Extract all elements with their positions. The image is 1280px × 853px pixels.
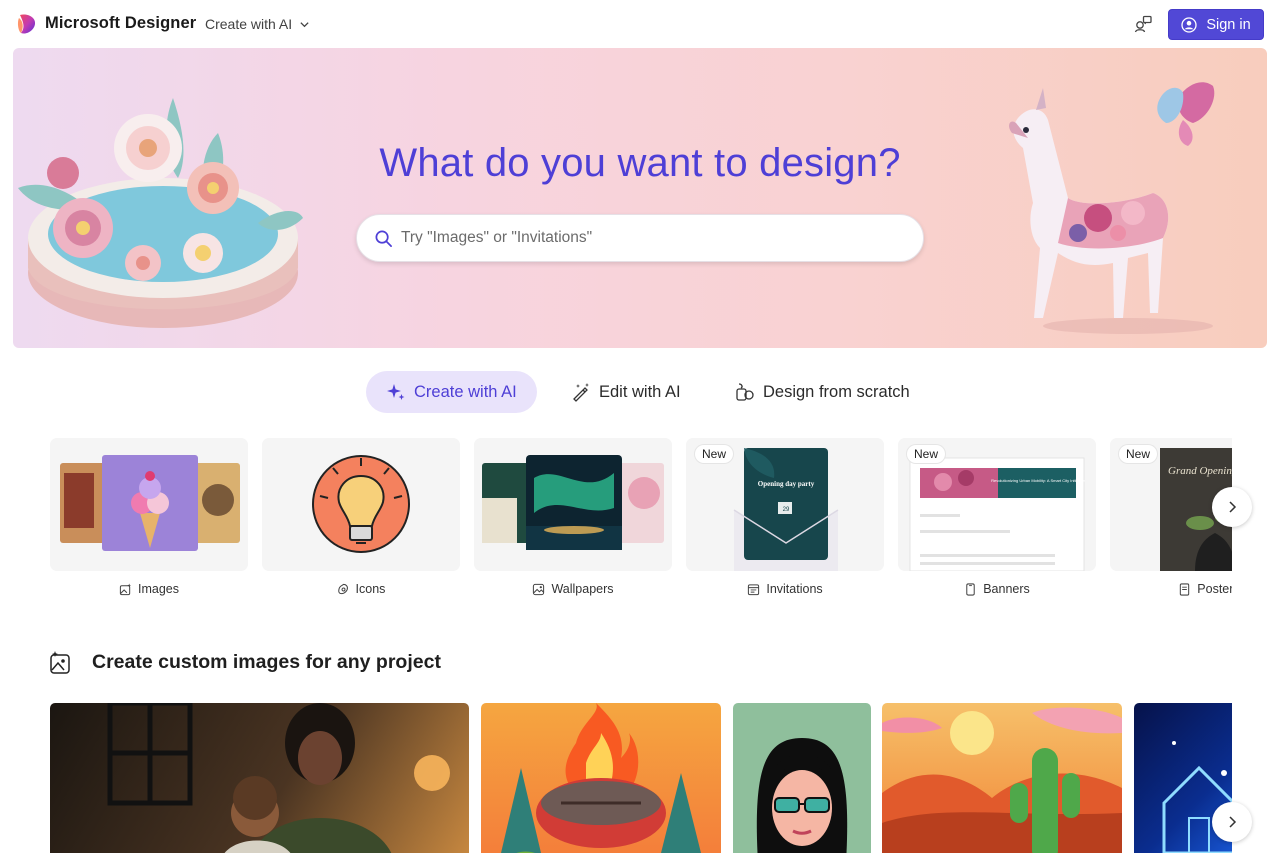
category-next-button[interactable] [1212, 487, 1252, 527]
new-badge: New [1119, 445, 1158, 463]
category-thumbnail: 29 Opening day party New [686, 438, 884, 571]
microsoft-designer-logo[interactable] [17, 13, 37, 35]
category-label: Posters [1110, 582, 1232, 596]
category-carousel: Images Icons Wallpapers 29 Opening day p… [0, 438, 1280, 608]
desert-cactus-artwork [882, 707, 1122, 853]
gallery-image-cactus[interactable] [882, 703, 1122, 853]
category-thumbnail: Revolutionizing Urban Mobility: A Smart … [898, 438, 1096, 571]
category-label-text: Posters [1197, 582, 1232, 596]
image-sparkle-icon [50, 651, 70, 674]
category-label: Icons [262, 582, 460, 596]
user-circle-icon [1181, 16, 1197, 33]
image-sparkle-icon [119, 582, 132, 595]
shapes-icon [736, 383, 754, 401]
invitation-title: Opening day party [758, 480, 815, 488]
new-badge: New [907, 445, 946, 463]
banner-title: Revolutionizing Urban Mobility: A Smart … [991, 478, 1086, 483]
hero-banner: What do you want to design? [13, 48, 1267, 348]
gallery-image-grill[interactable] [481, 703, 721, 853]
sparkle-icon [387, 384, 405, 400]
section-header: Create custom images for any project [49, 650, 441, 675]
brand-name[interactable]: Microsoft Designer [45, 14, 196, 33]
category-card-banners[interactable]: Revolutionizing Urban Mobility: A Smart … [898, 438, 1096, 596]
poster-title: Grand Opening [1168, 465, 1232, 477]
image-gallery [50, 703, 1232, 853]
gallery-image-portrait[interactable] [733, 703, 871, 853]
paper-flowers-illustration [18, 98, 303, 328]
mode-dropdown-label: Create with AI [205, 16, 293, 32]
grill-artwork [501, 703, 701, 853]
paper-deer-illustration [1009, 82, 1215, 334]
category-viewport: Images Icons Wallpapers 29 Opening day p… [50, 438, 1232, 608]
portrait-artwork [756, 738, 848, 853]
tab-label: Create with AI [414, 382, 517, 401]
category-label: Wallpapers [474, 582, 672, 596]
tab-design-from-scratch[interactable]: Design from scratch [735, 371, 910, 413]
category-label: Images [50, 582, 248, 596]
search-icon [375, 230, 392, 247]
ice-cream-artwork [60, 455, 240, 551]
category-label-text: Images [138, 582, 179, 596]
lightbulb-artwork [312, 455, 410, 553]
tab-create-with-ai[interactable]: Create with AI [366, 371, 537, 413]
tab-label: Edit with AI [599, 382, 681, 401]
shape-icon [337, 583, 348, 594]
category-thumbnail [474, 438, 672, 571]
category-label-text: Banners [983, 582, 1030, 596]
chevron-right-icon [1229, 816, 1237, 828]
calendar-icon [748, 583, 760, 595]
document-icon [1180, 582, 1190, 596]
mode-tabs: Create with AI Edit with AI Design from … [0, 371, 1280, 413]
category-card-invitations[interactable]: 29 Opening day party New Invitations [686, 438, 884, 596]
magic-wand-icon [573, 383, 589, 402]
category-thumbnail [50, 438, 248, 571]
gallery-next-button[interactable] [1212, 802, 1252, 842]
aurora-artwork [482, 455, 664, 550]
new-badge: New [695, 445, 734, 463]
category-label: Banners [898, 582, 1096, 596]
tab-edit-with-ai[interactable]: Edit with AI [571, 371, 681, 413]
category-card-wallpapers[interactable]: Wallpapers [474, 438, 672, 596]
feedback-icon[interactable] [1133, 14, 1153, 34]
chevron-down-icon [300, 21, 309, 27]
mother-child-artwork [107, 703, 450, 853]
section-title: Create custom images for any project [92, 651, 441, 673]
category-card-images[interactable]: Images [50, 438, 248, 596]
invitation-date: 29 [783, 507, 790, 513]
category-thumbnail [262, 438, 460, 571]
gallery-image-family[interactable] [50, 703, 469, 853]
category-label: Invitations [686, 582, 884, 596]
category-label-text: Invitations [766, 582, 823, 596]
phone-icon [966, 582, 975, 596]
wallpaper-icon [533, 583, 545, 595]
category-card-icons[interactable]: Icons [262, 438, 460, 596]
category-label-text: Wallpapers [551, 582, 614, 596]
search-input[interactable] [401, 215, 901, 261]
tab-label: Design from scratch [763, 382, 910, 401]
category-label-text: Icons [355, 582, 386, 596]
chevron-right-icon [1229, 501, 1237, 513]
top-bar: Microsoft Designer Create with AI Sign i… [0, 0, 1280, 48]
mode-dropdown[interactable]: Create with AI [205, 16, 310, 32]
sign-in-label: Sign in [1206, 16, 1251, 33]
sign-in-button[interactable]: Sign in [1168, 9, 1264, 40]
search-box[interactable] [356, 214, 924, 262]
